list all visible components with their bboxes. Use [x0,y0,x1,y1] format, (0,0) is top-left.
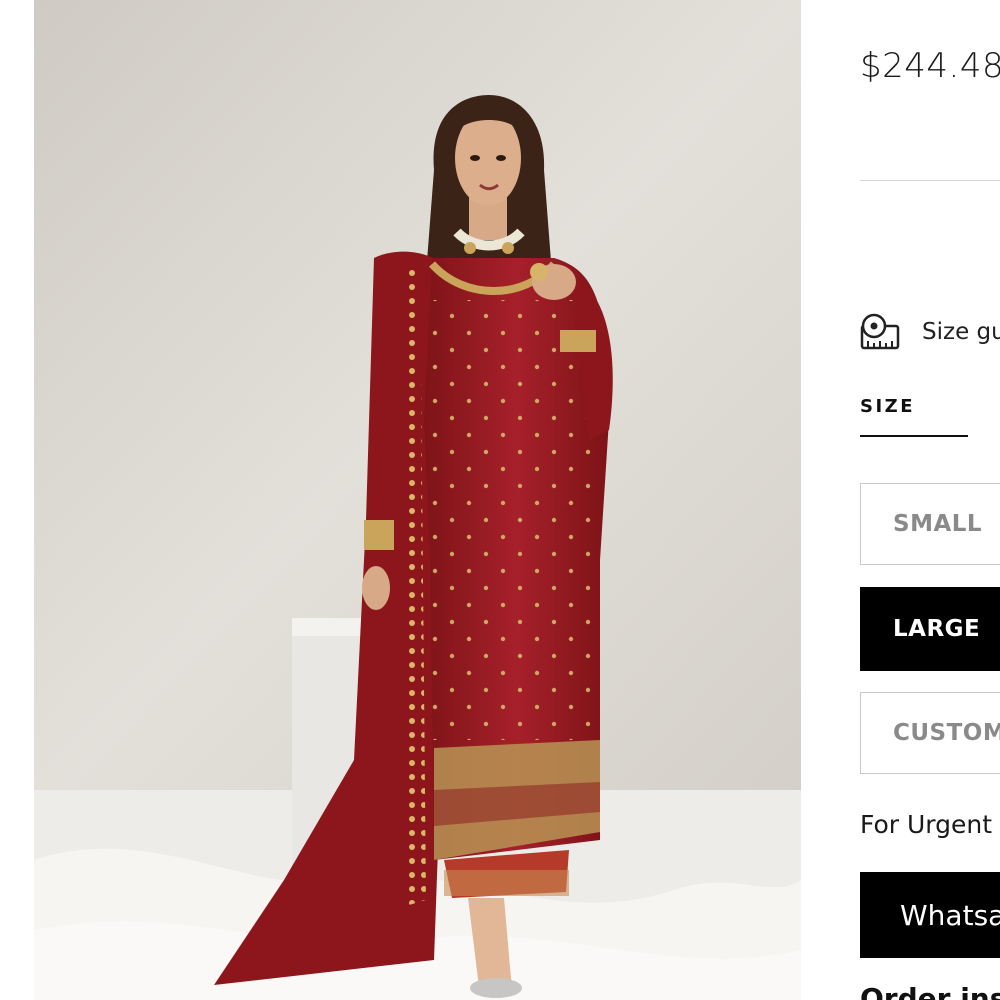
order-instructions-heading: Order ins [860,982,1000,1000]
size-guide-link[interactable]: Size gu [860,310,1000,354]
product-price: $244.48 [860,46,1000,86]
size-heading: SIZE [860,396,916,417]
product-image[interactable] [34,0,801,1000]
size-heading-underline [860,435,968,437]
size-guide-label: Size gu [922,319,1000,345]
price-divider [860,180,1000,181]
measuring-tape-icon [860,313,900,350]
product-page: $244.48 Size gu SIZE SMALL LARGE CUSTOM … [0,0,1000,1000]
size-option-custom[interactable]: CUSTOM [860,692,1000,774]
size-option-large[interactable]: LARGE [860,587,1000,671]
size-option-small[interactable]: SMALL [860,483,1000,565]
urgent-order-text: For Urgent C [860,810,1000,839]
whatsapp-button[interactable]: Whatsap [860,872,1000,958]
